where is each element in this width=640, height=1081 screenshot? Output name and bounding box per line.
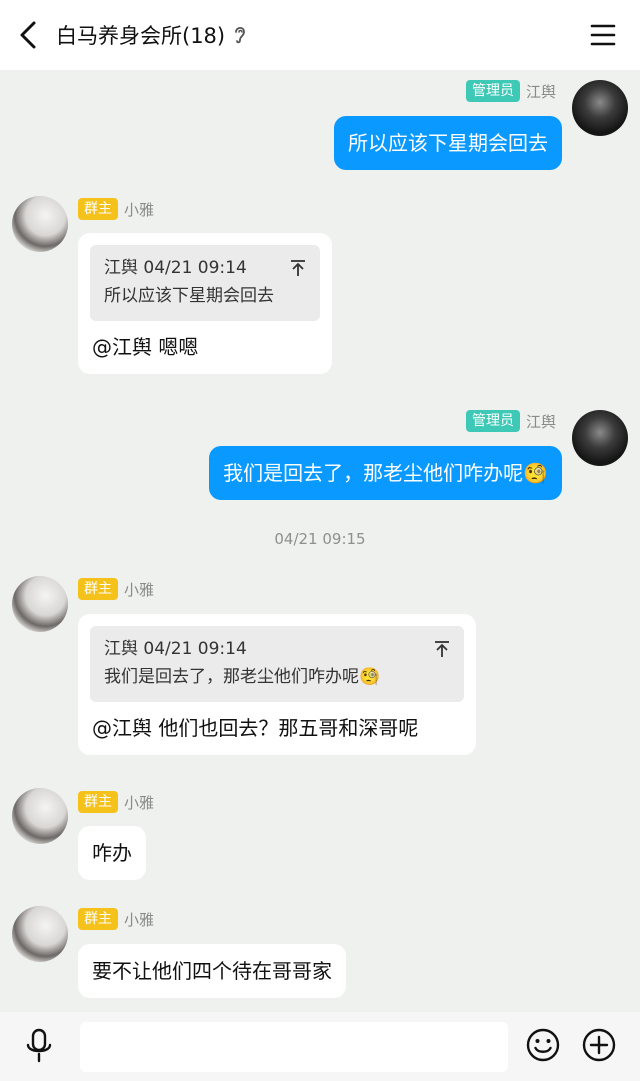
message-meta: 群主 小雅 bbox=[78, 791, 154, 813]
arrow-up-bar-icon bbox=[291, 260, 305, 276]
sender-name: 小雅 bbox=[124, 580, 155, 599]
chat-area[interactable]: 管理员 江舆 所以应该下星期会回去 群主 小雅 江舆 04/21 09:14 所… bbox=[0, 70, 640, 1012]
message-bubble[interactable]: 要不让他们四个待在哥哥家 bbox=[78, 944, 346, 998]
voice-button[interactable] bbox=[22, 1028, 56, 1064]
admin-badge: 管理员 bbox=[465, 80, 520, 102]
menu-button[interactable] bbox=[590, 23, 616, 47]
message-text: 咋办 bbox=[92, 841, 132, 865]
message-bubble[interactable]: 咋办 bbox=[78, 826, 146, 880]
message-meta: 群主 小雅 bbox=[78, 578, 154, 600]
owner-badge: 群主 bbox=[78, 198, 118, 220]
avatar[interactable] bbox=[12, 906, 68, 962]
quote-text: 所以应该下星期会回去 bbox=[104, 286, 274, 306]
message-meta: 群主 小雅 bbox=[78, 908, 154, 930]
ear-icon bbox=[233, 24, 247, 46]
chevron-left-icon bbox=[20, 21, 36, 49]
avatar[interactable] bbox=[572, 410, 628, 466]
quote-author-time: 江舆 04/21 09:14 bbox=[104, 639, 247, 659]
message-bubble[interactable]: 江舆 04/21 09:14 所以应该下星期会回去 @江舆 嗯嗯 bbox=[78, 233, 332, 374]
message-bubble[interactable]: 所以应该下星期会回去 bbox=[334, 116, 562, 170]
quoted-message[interactable]: 江舆 04/21 09:14 我们是回去了，那老尘他们咋办呢🧐 bbox=[90, 626, 464, 702]
input-bar bbox=[0, 1012, 640, 1081]
message-text: 要不让他们四个待在哥哥家 bbox=[92, 959, 332, 983]
timestamp: 04/21 09:15 bbox=[274, 530, 366, 548]
microphone-icon bbox=[26, 1028, 52, 1063]
avatar[interactable] bbox=[12, 196, 68, 252]
message-bubble[interactable]: 我们是回去了，那老尘他们咋办呢🧐 bbox=[209, 446, 562, 500]
quote-author-time: 江舆 04/21 09:14 bbox=[104, 258, 247, 278]
message-input[interactable] bbox=[80, 1022, 508, 1072]
avatar[interactable] bbox=[12, 576, 68, 632]
back-button[interactable] bbox=[14, 20, 42, 50]
sender-name: 小雅 bbox=[124, 200, 155, 219]
title-area[interactable]: 白马养身会所(18) bbox=[56, 0, 247, 70]
plus-circle-icon bbox=[582, 1028, 616, 1062]
avatar[interactable] bbox=[572, 80, 628, 136]
owner-badge: 群主 bbox=[78, 791, 118, 813]
owner-badge: 群主 bbox=[78, 908, 118, 930]
avatar[interactable] bbox=[12, 788, 68, 844]
owner-badge: 群主 bbox=[78, 578, 118, 600]
quote-text: 我们是回去了，那老尘他们咋办呢🧐 bbox=[104, 667, 381, 687]
arrow-up-bar-icon bbox=[435, 641, 449, 657]
emoji-button[interactable] bbox=[525, 1027, 561, 1063]
admin-badge: 管理员 bbox=[465, 410, 520, 432]
message-meta: 群主 小雅 bbox=[78, 198, 154, 220]
message-text: 所以应该下星期会回去 bbox=[348, 131, 548, 155]
sender-name: 江舆 bbox=[525, 82, 556, 101]
sender-name: 小雅 bbox=[124, 793, 155, 812]
quoted-message[interactable]: 江舆 04/21 09:14 所以应该下星期会回去 bbox=[90, 245, 320, 321]
message-text: @江舆 他们也回去？那五哥和深哥呢 bbox=[92, 716, 419, 740]
message-meta: 管理员 江舆 bbox=[465, 410, 556, 432]
smiley-icon bbox=[526, 1028, 560, 1062]
message-text: @江舆 嗯嗯 bbox=[92, 335, 199, 359]
hamburger-menu-icon bbox=[590, 24, 616, 46]
group-title: 白马养身会所(18) bbox=[56, 24, 226, 48]
message-meta: 管理员 江舆 bbox=[465, 80, 556, 102]
sender-name: 江舆 bbox=[525, 412, 556, 431]
sender-name: 小雅 bbox=[124, 910, 155, 929]
message-text: 我们是回去了，那老尘他们咋办呢🧐 bbox=[223, 461, 548, 485]
message-bubble[interactable]: 江舆 04/21 09:14 我们是回去了，那老尘他们咋办呢🧐 @江舆 他们也回… bbox=[78, 614, 476, 755]
more-button[interactable] bbox=[581, 1027, 617, 1063]
top-bar: 白马养身会所(18) bbox=[0, 0, 640, 70]
